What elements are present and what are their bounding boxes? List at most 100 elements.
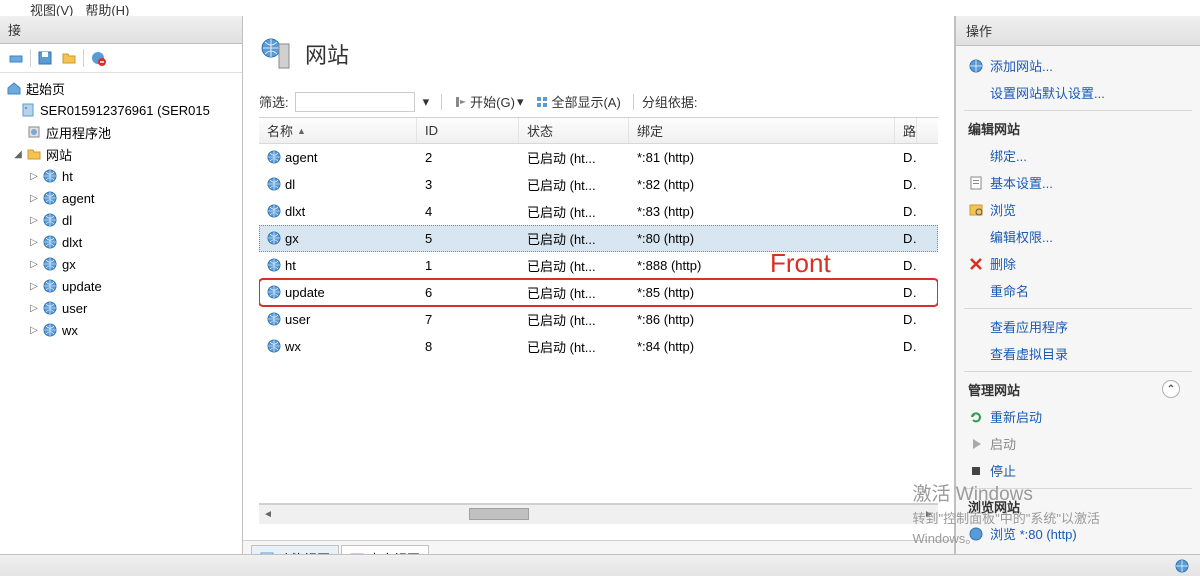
action-start[interactable]: 启动 [956, 430, 1200, 457]
table-row[interactable]: user7已启动 (ht...*:86 (http)D: [259, 306, 938, 333]
globe-icon [42, 190, 58, 206]
app-pool-icon [26, 124, 42, 140]
action-rename[interactable]: 重命名 [956, 277, 1200, 304]
collapse-icon[interactable]: ⌃ [1162, 380, 1180, 398]
grid-hscrollbar[interactable]: ◄ ► [259, 504, 938, 524]
expander-icon[interactable]: ▷ [28, 170, 40, 182]
tree-server[interactable]: SER015912376961 (SER015 [0, 99, 242, 121]
actions-panel: 操作 添加网站... 设置网站默认设置... 编辑网站 绑定... 基本设置..… [955, 16, 1200, 576]
menu-view[interactable]: 视图(V) [30, 0, 73, 16]
tree-site-item[interactable]: ▷gx [0, 253, 242, 275]
action-add-site[interactable]: 添加网站... [956, 52, 1200, 79]
filter-dropdown-icon[interactable]: ▾ [419, 92, 434, 112]
connections-panel: 接 起始页 SER015912376961 (SER015 应用程序池 [0, 16, 243, 576]
grid-header: 名称▲ ID 状态 绑定 路 [259, 118, 938, 144]
table-row[interactable]: update6已启动 (ht...*:85 (http)D: [259, 279, 938, 306]
menu-help[interactable]: 帮助(H) [85, 0, 129, 16]
tree-site-item[interactable]: ▷user [0, 297, 242, 319]
action-set-default[interactable]: 设置网站默认设置... [956, 79, 1200, 106]
expander-icon[interactable]: ▷ [28, 192, 40, 204]
filter-label: 筛选: [259, 92, 289, 111]
globe-icon [267, 177, 281, 191]
action-browse-80[interactable]: 浏览 *:80 (http) [956, 520, 1200, 547]
globe-add-icon [968, 58, 984, 74]
connect-icon[interactable] [6, 48, 26, 68]
action-restart[interactable]: 重新启动 [956, 403, 1200, 430]
action-basic-settings[interactable]: 基本设置... [956, 169, 1200, 196]
table-row[interactable]: gx5已启动 (ht...*:80 (http)D: [259, 225, 938, 252]
table-row[interactable]: agent2已启动 (ht...*:81 (http)D: [259, 144, 938, 171]
delete-connection-icon[interactable] [88, 48, 108, 68]
expander-icon[interactable]: ▷ [28, 258, 40, 270]
connections-tree[interactable]: 起始页 SER015912376961 (SER015 应用程序池 ◢ 网站 ▷… [0, 73, 242, 556]
scroll-thumb[interactable] [469, 508, 529, 520]
globe-icon [267, 285, 281, 299]
filter-start-button[interactable]: 开始(G) ▾ [450, 90, 527, 113]
col-binding[interactable]: 绑定 [629, 118, 895, 143]
tree-site-item[interactable]: ▷ ht [0, 165, 242, 187]
open-folder-icon[interactable] [59, 48, 79, 68]
scroll-right-icon[interactable]: ► [920, 505, 938, 523]
col-state[interactable]: 状态 [519, 118, 629, 143]
tree-label: 起始页 [26, 79, 65, 98]
server-icon [20, 102, 36, 118]
main-panel: 网站 筛选: ▾ 开始(G) ▾ 全部显示(A) 分组依据: 名称▲ ID 状态… [243, 16, 955, 576]
tree-site-item[interactable]: ▷ dl [0, 209, 242, 231]
tree-site-item[interactable]: ▷update [0, 275, 242, 297]
tree-site-item[interactable]: ▷agent [0, 187, 242, 209]
expander-icon[interactable]: ▷ [28, 214, 40, 226]
home-icon [6, 80, 22, 96]
action-stop[interactable]: 停止 [956, 457, 1200, 484]
action-delete[interactable]: 删除 [956, 250, 1200, 277]
tree-label: dl [62, 213, 72, 228]
action-browse[interactable]: 浏览 [956, 196, 1200, 223]
tree-start-page[interactable]: 起始页 [0, 77, 242, 99]
action-view-vdirs[interactable]: 查看虚拟目录 [956, 340, 1200, 367]
statusbar [0, 554, 1200, 576]
toolbar-separator [30, 49, 31, 67]
expander-icon[interactable]: ▷ [28, 280, 40, 292]
table-row[interactable]: ht1已启动 (ht...*:888 (http)D: [259, 252, 938, 279]
tree-label: wx [62, 323, 78, 338]
globe-icon [267, 231, 281, 245]
restart-icon [968, 409, 984, 425]
action-view-apps[interactable]: 查看应用程序 [956, 313, 1200, 340]
folder-icon [26, 146, 42, 162]
table-row[interactable]: dlxt4已启动 (ht...*:83 (http)D: [259, 198, 938, 225]
sites-big-icon [259, 36, 295, 72]
scroll-left-icon[interactable]: ◄ [259, 505, 277, 523]
connections-toolbar [0, 44, 242, 73]
tree-label: ht [62, 169, 73, 184]
col-name[interactable]: 名称▲ [259, 118, 417, 143]
toolbar-separator [83, 49, 84, 67]
expander-icon[interactable]: ▷ [28, 324, 40, 336]
sites-grid: 名称▲ ID 状态 绑定 路 agent2已启动 (ht...*:81 (htt… [259, 118, 938, 504]
filter-input[interactable] [295, 92, 415, 112]
tree-site-item[interactable]: ▷dlxt [0, 231, 242, 253]
chevron-down-icon[interactable] [6, 104, 18, 116]
action-bindings[interactable]: 绑定... [956, 142, 1200, 169]
show-all-button[interactable]: 全部显示(A) [531, 90, 624, 113]
play-icon [968, 436, 984, 452]
col-id[interactable]: ID [417, 118, 519, 143]
tree-app-pool[interactable]: 应用程序池 [0, 121, 242, 143]
explore-icon [968, 202, 984, 218]
section-browse-site: 浏览网站 [956, 493, 1200, 520]
save-icon[interactable] [35, 48, 55, 68]
filter-row: 筛选: ▾ 开始(G) ▾ 全部显示(A) 分组依据: [259, 86, 938, 118]
globe-icon [267, 258, 281, 272]
document-icon [968, 175, 984, 191]
expander-icon[interactable]: ▷ [28, 236, 40, 248]
table-row[interactable]: wx8已启动 (ht...*:84 (http)D: [259, 333, 938, 360]
tree-label: SER015912376961 (SER015 [40, 103, 210, 118]
table-row[interactable]: dl3已启动 (ht...*:82 (http)D: [259, 171, 938, 198]
globe-icon [42, 168, 58, 184]
action-edit-permissions[interactable]: 编辑权限... [956, 223, 1200, 250]
col-path[interactable]: 路 [895, 118, 917, 143]
expander-icon[interactable]: ◢ [12, 148, 24, 160]
tree-sites[interactable]: ◢ 网站 [0, 143, 242, 165]
expander-icon[interactable]: ▷ [28, 302, 40, 314]
tree-site-item[interactable]: ▷ wx [0, 319, 242, 341]
stop-icon [968, 463, 984, 479]
title-row: 网站 [259, 32, 938, 86]
